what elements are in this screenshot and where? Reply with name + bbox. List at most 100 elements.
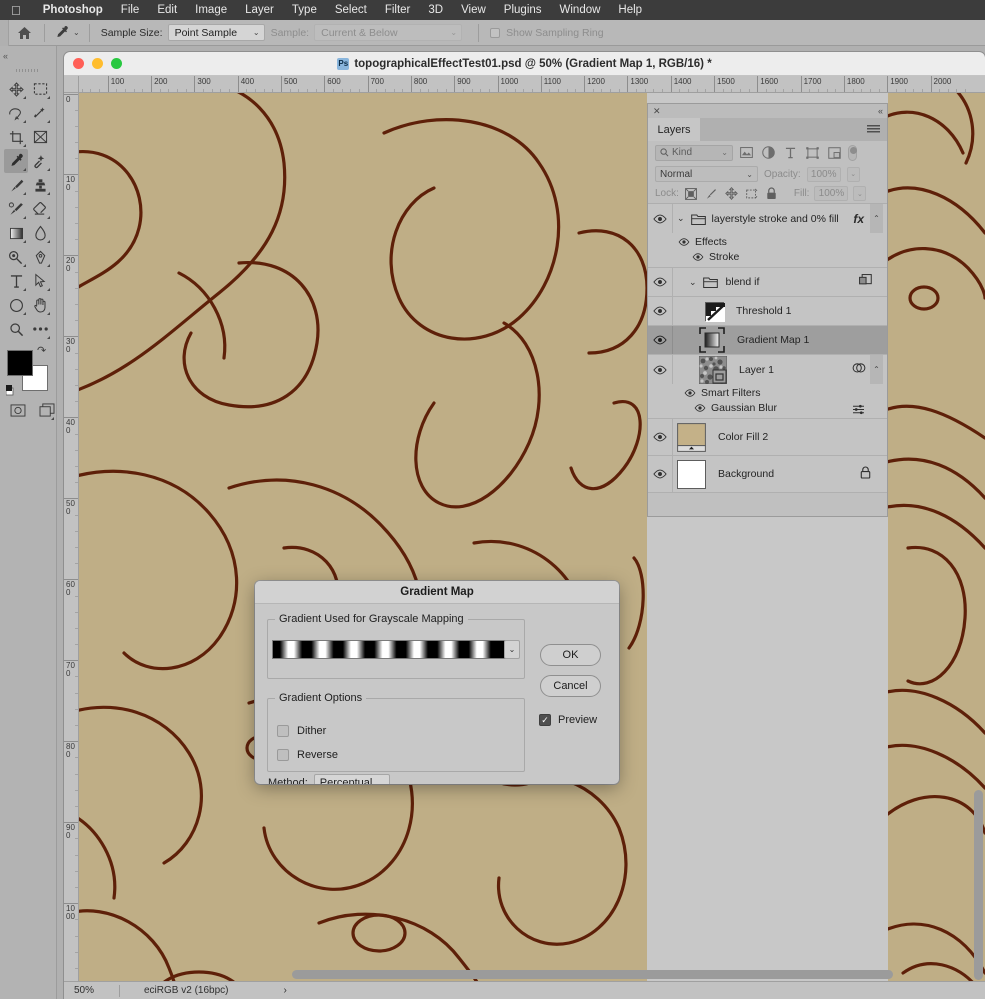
show-sampling-ring-checkbox[interactable] <box>490 27 501 38</box>
history-brush-tool[interactable] <box>4 197 28 221</box>
menu-item-layer[interactable]: Layer <box>236 4 283 16</box>
lock-icon[interactable] <box>860 466 871 482</box>
lasso-tool[interactable] <box>4 101 28 125</box>
color-fill-thumbnail[interactable] <box>677 422 706 452</box>
reverse-checkbox[interactable] <box>277 749 289 761</box>
home-icon[interactable] <box>9 26 39 40</box>
fill-stepper[interactable]: ⌄ <box>853 186 867 201</box>
layer-filter-kind-select[interactable]: Kind ⌄ <box>655 144 733 161</box>
sample-select[interactable]: Current & Below ⌄ <box>314 24 463 41</box>
canvas-artboard-right-fragment[interactable] <box>888 93 985 986</box>
fill-value[interactable]: 100% <box>814 186 849 201</box>
filter-settings-icon[interactable] <box>852 404 865 418</box>
menu-item-3d[interactable]: 3D <box>419 4 452 16</box>
expand-effects-icon[interactable]: ⌃ <box>870 204 883 233</box>
smart-filters-visibility-toggle[interactable] <box>684 388 696 398</box>
dodge-tool[interactable] <box>4 245 28 269</box>
default-colors-icon[interactable] <box>5 383 17 396</box>
brush-tool[interactable] <box>4 173 28 197</box>
foreground-color-swatch[interactable] <box>7 350 33 376</box>
dither-checkbox[interactable] <box>277 725 289 737</box>
ok-button[interactable]: OK <box>540 644 601 666</box>
horizontal-type-tool[interactable] <box>4 269 28 293</box>
layer-body[interactable]: Color Fill 2 <box>672 419 887 455</box>
canvas-vertical-scrollbar[interactable] <box>973 93 984 983</box>
swap-colors-icon[interactable]: ↷ <box>37 344 46 357</box>
table-row[interactable]: Gradient Map 1 <box>648 326 887 355</box>
background-thumbnail[interactable] <box>677 459 706 489</box>
table-row[interactable]: Layer 1 ⌃ <box>648 355 887 384</box>
panel-menu-icon[interactable] <box>867 118 887 141</box>
preview-checkbox[interactable]: ✓ <box>539 714 551 726</box>
smart-filter-gaussian-blur-row[interactable]: Gaussian Blur <box>648 401 887 418</box>
cancel-button[interactable]: Cancel <box>540 675 601 697</box>
filter-shape-icon[interactable] <box>804 145 821 161</box>
layer-body[interactable]: Threshold 1 <box>672 297 887 325</box>
ellipse-tool[interactable] <box>4 293 28 317</box>
sample-size-select[interactable]: Point Sample ⌄ <box>167 24 265 41</box>
filter-enable-toggle[interactable] <box>848 144 857 161</box>
reverse-row[interactable]: Reverse <box>277 749 338 761</box>
layer-visibility-toggle[interactable] <box>648 365 672 375</box>
filter-smartobject-icon[interactable] <box>826 145 843 161</box>
horizontal-scrollbar-thumb[interactable] <box>292 970 893 979</box>
clone-stamp-tool[interactable] <box>28 173 52 197</box>
dither-row[interactable]: Dither <box>277 725 326 737</box>
filter-adjustment-icon[interactable] <box>760 145 777 161</box>
active-tool-preset[interactable]: ⌄ <box>50 25 84 40</box>
layer-effects-row[interactable]: Effects <box>648 233 887 250</box>
vertical-scrollbar-thumb[interactable] <box>974 790 983 980</box>
menu-item-help[interactable]: Help <box>609 4 651 16</box>
zoom-level[interactable]: 50% <box>64 985 119 996</box>
noise-thumbnail[interactable] <box>698 355 728 384</box>
filter-type-icon[interactable] <box>782 145 799 161</box>
gradient-picker-button[interactable]: ⌄ <box>504 640 520 659</box>
status-info[interactable]: eciRGB v2 (16bpc) › <box>120 985 287 996</box>
threshold-thumbnail[interactable] <box>705 301 725 322</box>
table-row[interactable]: ⌄ blend if <box>648 268 887 297</box>
zoom-tool[interactable] <box>4 317 28 341</box>
gradient-tool[interactable] <box>4 221 28 245</box>
menu-item-edit[interactable]: Edit <box>148 4 186 16</box>
blend-options-icon[interactable] <box>859 274 872 290</box>
table-row[interactable]: Color Fill 2 <box>648 419 887 456</box>
chevron-down-icon[interactable]: ⌄ <box>677 213 685 224</box>
layer-group-body[interactable]: ⌄ blend if <box>672 268 887 296</box>
eyedropper-tool[interactable] <box>4 149 28 173</box>
object-selection-tool[interactable] <box>28 101 52 125</box>
lock-image-pixels-icon[interactable] <box>704 186 719 201</box>
screen-mode-icon[interactable] <box>37 398 56 422</box>
filter-pixel-icon[interactable] <box>738 145 755 161</box>
layer-body[interactable]: Gradient Map 1 <box>672 326 887 354</box>
gradient-preview-strip[interactable] <box>272 640 507 659</box>
method-select[interactable]: Perceptual ⌄ <box>313 774 391 784</box>
layer-visibility-toggle[interactable] <box>648 214 672 224</box>
table-row[interactable]: ⌄ layerstyle stroke and 0% fill fx ⌃ <box>648 204 887 233</box>
pen-tool[interactable] <box>28 245 52 269</box>
layer-visibility-toggle[interactable] <box>648 277 672 287</box>
layer-visibility-toggle[interactable] <box>648 469 672 479</box>
edit-toolbar-tool[interactable] <box>28 317 52 341</box>
table-row[interactable]: Background <box>648 456 887 493</box>
blend-mode-select[interactable]: Normal ⌄ <box>655 166 758 182</box>
tools-panel-drag-handle[interactable] <box>0 66 56 75</box>
chevron-down-icon[interactable]: ⌄ <box>73 28 80 37</box>
smart-filters-row[interactable]: Smart Filters <box>648 384 887 401</box>
layer-visibility-toggle[interactable] <box>648 432 672 442</box>
layer-effects-badge[interactable]: fx <box>853 212 866 226</box>
chevron-down-icon[interactable]: ⌄ <box>689 277 697 288</box>
layer-effect-stroke-row[interactable]: Stroke <box>648 250 887 267</box>
blur-tool[interactable] <box>28 221 52 245</box>
opacity-stepper[interactable]: ⌄ <box>846 166 860 182</box>
menu-item-window[interactable]: Window <box>551 4 610 16</box>
gradient-map-thumbnail[interactable] <box>699 327 725 353</box>
document-title-bar[interactable]: Ps topographicalEffectTest01.psd @ 50% (… <box>64 52 985 76</box>
apple-menu-icon[interactable]:  <box>0 4 34 17</box>
layer-visibility-toggle[interactable] <box>648 335 672 345</box>
path-selection-tool[interactable] <box>28 269 52 293</box>
status-expand-icon[interactable]: › <box>283 985 286 996</box>
rectangular-marquee-tool[interactable] <box>28 77 52 101</box>
lock-position-icon[interactable] <box>724 186 739 201</box>
menu-item-plugins[interactable]: Plugins <box>495 4 551 16</box>
lock-artboard-nesting-icon[interactable] <box>744 186 759 201</box>
